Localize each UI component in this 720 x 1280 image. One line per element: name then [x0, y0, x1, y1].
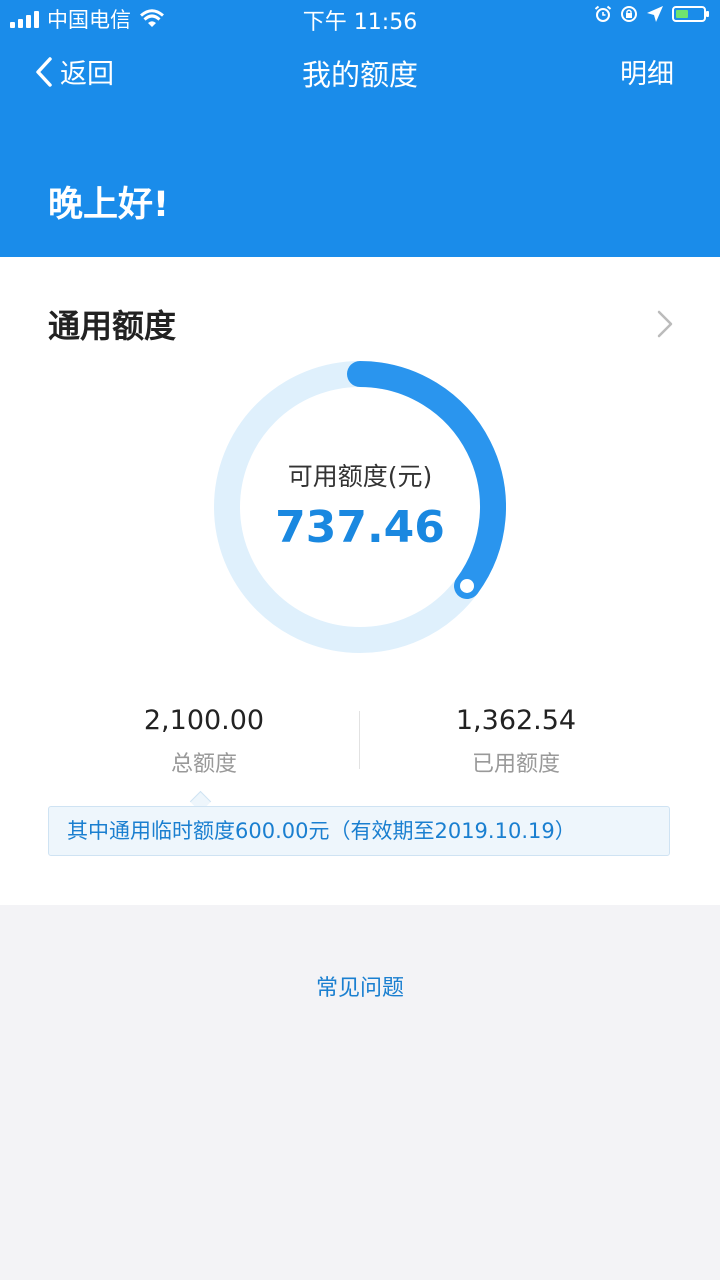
chevron-right-icon[interactable]: [656, 309, 674, 339]
battery-icon: [672, 6, 709, 22]
page-title: 我的额度: [301, 58, 418, 92]
location-icon: [647, 6, 663, 22]
available-amount: 737.46: [275, 502, 445, 553]
detail-button[interactable]: 明细: [620, 52, 674, 91]
nav-bar: 返回 我的额度 明细: [0, 44, 720, 104]
credit-card-panel: 通用额度 可用额度(元) 737.46 2,100.00 总额度 1,362.5…: [0, 257, 720, 905]
faq-link[interactable]: 常见问题: [0, 970, 720, 1002]
total-credit-label: 总额度: [170, 752, 237, 777]
status-icons: [594, 5, 709, 23]
greeting-text: 晚上好!: [48, 185, 169, 225]
rotation-lock-icon: [621, 6, 637, 22]
card-title: 通用额度: [48, 307, 177, 345]
used-credit: 1,362.54 已用额度: [366, 705, 666, 778]
used-credit-label: 已用额度: [471, 752, 560, 777]
status-bar: 中国电信 下午 11:56: [0, 0, 720, 36]
total-credit: 2,100.00 总额度: [54, 705, 354, 778]
stats-row: 2,100.00 总额度 1,362.54 已用额度: [0, 705, 720, 778]
gauge-knob: [456, 574, 479, 597]
header: 中国电信 下午 11:56 返回 我的额度 明细 晚上好!: [0, 0, 720, 257]
used-credit-value: 1,362.54: [455, 705, 577, 736]
gauge-label: 可用额度(元): [287, 462, 433, 491]
temporary-credit-note: 其中通用临时额度600.00元（有效期至2019.10.19）: [48, 806, 670, 856]
stats-divider: [359, 711, 360, 769]
alarm-icon: [594, 5, 612, 22]
total-credit-value: 2,100.00: [143, 705, 265, 736]
